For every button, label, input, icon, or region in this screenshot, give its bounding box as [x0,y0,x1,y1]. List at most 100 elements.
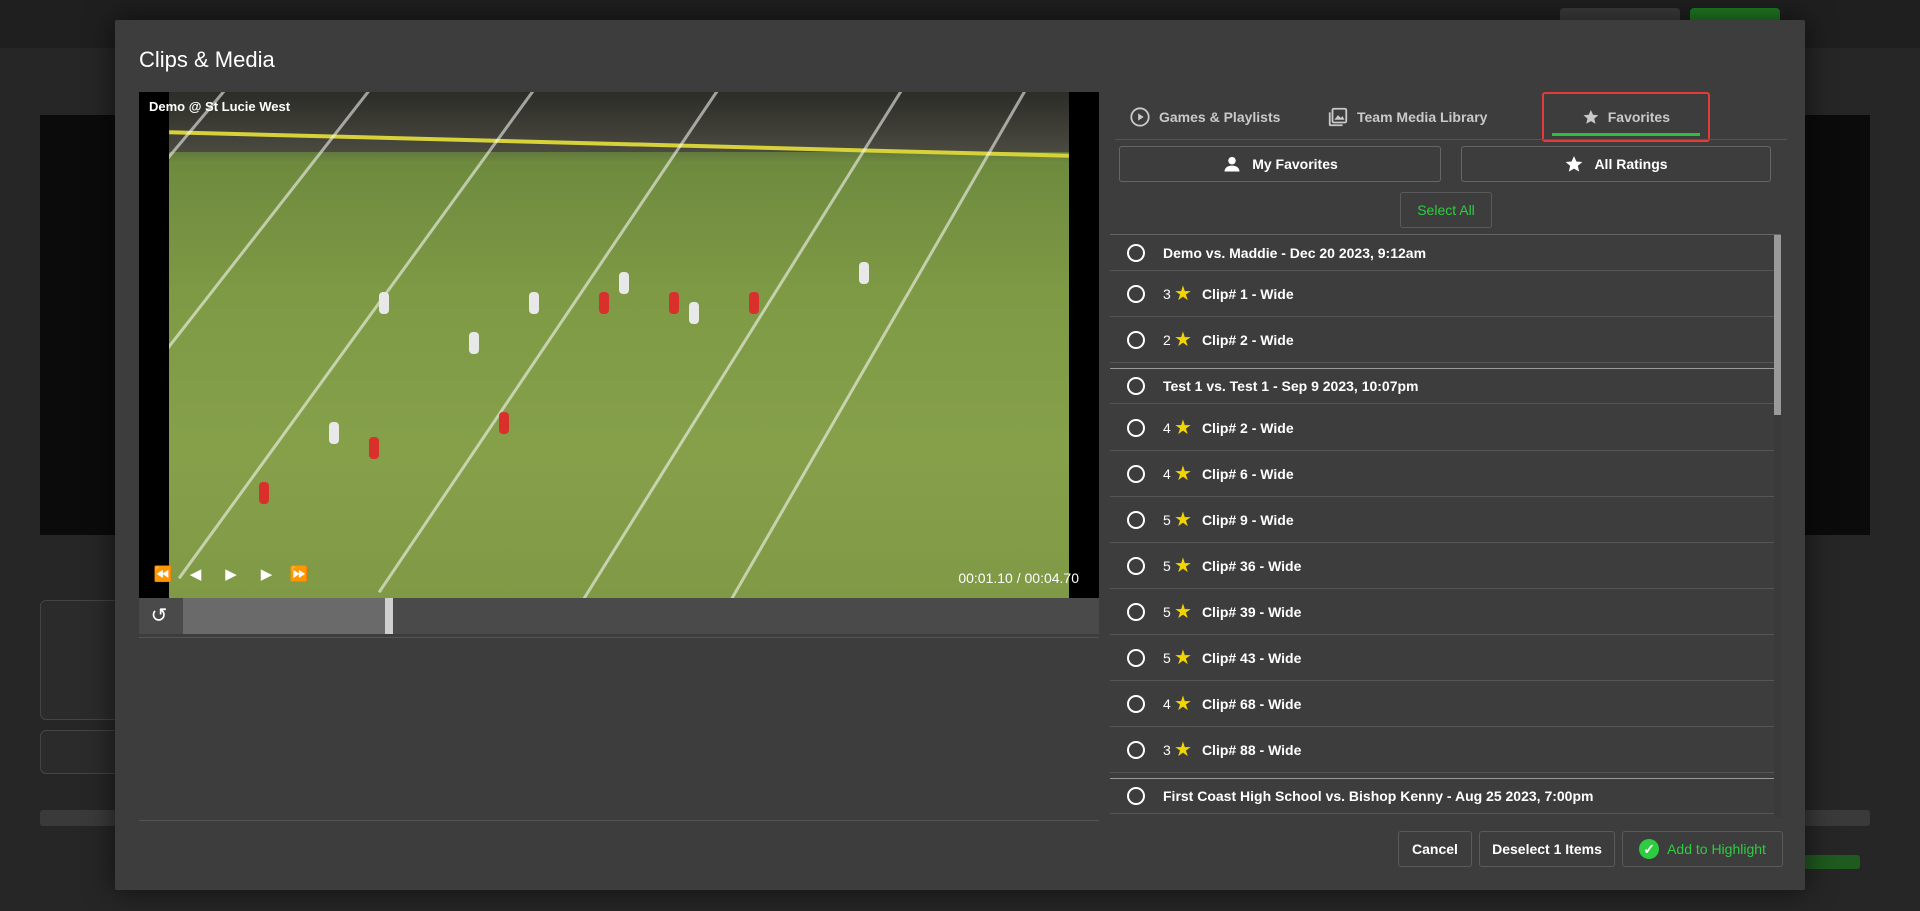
tab-label: Favorites [1607,109,1670,125]
clip-label: Clip# 6 - Wide [1201,465,1294,482]
yard-line [578,92,952,598]
game-group-row[interactable]: First Coast High School vs. Bishop Kenny… [1110,778,1774,814]
radio-button[interactable] [1127,510,1145,529]
clip-row[interactable]: 5 ★ Clip# 9 - Wide [1110,497,1774,543]
player [859,262,869,284]
add-to-highlight-button[interactable]: ✓ Add to Highlight [1622,831,1783,867]
player [469,332,479,354]
clip-rating: 2 [1163,331,1171,348]
player [689,302,699,324]
radio-button[interactable] [1127,602,1145,621]
rewind-icon[interactable]: ⏪ [153,566,173,584]
player [379,292,389,314]
player [669,292,679,314]
star-icon: ★ [1174,646,1192,669]
star-icon: ★ [1174,692,1192,715]
play-circle-icon [1130,107,1150,127]
radio-button[interactable] [1127,284,1145,303]
reset-icon[interactable]: ↺ [147,604,171,628]
clip-rating: 4 [1163,419,1171,436]
favorites-list[interactable]: Demo vs. Maddie - Dec 20 2023, 9:12am 3 … [1110,234,1781,817]
game-title: Test 1 vs. Test 1 - Sep 9 2023, 10:07pm [1163,378,1419,394]
clip-row[interactable]: 4 ★ Clip# 2 - Wide [1110,405,1774,451]
player [329,422,339,444]
radio-button[interactable] [1127,330,1145,349]
clip-rating: 5 [1163,557,1171,574]
my-favorites-button[interactable]: My Favorites [1119,146,1441,182]
video-frame [169,92,1069,598]
all-ratings-button[interactable]: All Ratings [1461,146,1771,182]
clip-row[interactable]: 4 ★ Clip# 6 - Wide [1110,451,1774,497]
yard-line [177,92,592,580]
clip-label: Clip# 9 - Wide [1201,511,1294,528]
yard-line [377,92,772,594]
star-icon: ★ [1174,554,1192,577]
radio-button[interactable] [1127,740,1145,759]
tab-label: Games & Playlists [1159,109,1281,125]
clip-rating: 4 [1163,695,1171,712]
play-icon[interactable]: ▶ [221,566,241,584]
video-timecode: 00:01.10 / 00:04.70 [958,570,1079,586]
tab-team-media-library[interactable]: Team Media Library [1327,92,1487,142]
clip-row[interactable]: 3 ★ Clip# 1 - Wide [1110,271,1774,317]
tabs-divider [1115,139,1787,140]
player [749,292,759,314]
star-icon: ★ [1174,328,1192,351]
cancel-button[interactable]: Cancel [1398,831,1472,867]
radio-button[interactable] [1127,418,1145,437]
clip-label: Clip# 43 - Wide [1201,649,1302,666]
video-player[interactable]: Demo @ St Lucie West ⏪ ◀ ▶ ▶ ⏩ 00:01.10 … [139,92,1099,598]
clip-row[interactable]: 5 ★ Clip# 36 - Wide [1110,543,1774,589]
player [499,412,509,434]
radio-button[interactable] [1127,787,1145,805]
clip-rating: 5 [1163,649,1171,666]
step-forward-icon[interactable]: ▶ [255,566,275,584]
check-circle-icon: ✓ [1639,839,1660,859]
clip-row[interactable]: 4 ★ Clip# 68 - Wide [1110,681,1774,727]
star-icon: ★ [1174,600,1192,623]
clips-media-modal: Clips & Media Demo @ St Lucie West ⏪ ◀ ▶… [115,20,1805,890]
add-to-highlight-label: Add to Highlight [1667,841,1766,857]
yard-line [719,92,1069,598]
fast-forward-icon[interactable]: ⏩ [289,566,309,584]
clip-label: Clip# 36 - Wide [1201,557,1302,574]
clip-row[interactable]: 5 ★ Clip# 39 - Wide [1110,589,1774,635]
clip-rating: 5 [1163,603,1171,620]
clip-label: Clip# 39 - Wide [1201,603,1302,620]
game-group-row[interactable]: Demo vs. Maddie - Dec 20 2023, 9:12am [1110,235,1774,271]
scrollbar-thumb[interactable] [1774,235,1781,415]
radio-button[interactable] [1127,243,1145,262]
player [599,292,609,314]
game-group-row[interactable]: Test 1 vs. Test 1 - Sep 9 2023, 10:07pm [1110,368,1774,404]
clip-row[interactable]: 3 ★ Clip# 88 - Wide [1110,727,1774,773]
tab-favorites[interactable]: Favorites [1542,92,1710,142]
clip-timeline[interactable]: ↺ [139,598,1099,634]
clip-label: Clip# 2 - Wide [1201,331,1294,348]
media-library-icon [1328,107,1348,127]
clip-row[interactable]: 2 ★ Clip# 2 - Wide [1110,317,1774,363]
tab-label: Team Media Library [1357,109,1488,125]
radio-button[interactable] [1127,556,1145,575]
clip-rating: 3 [1163,285,1171,302]
radio-button[interactable] [1127,648,1145,667]
tab-games-playlists[interactable]: Games & Playlists [1129,92,1280,142]
clip-rating: 5 [1163,511,1171,528]
modal-title: Clips & Media [139,47,275,72]
radio-button[interactable] [1127,464,1145,483]
radio-button[interactable] [1127,694,1145,713]
radio-button[interactable] [1127,377,1145,395]
star-icon [1583,109,1599,124]
star-icon: ★ [1174,282,1192,305]
timeline-handle[interactable] [385,598,393,634]
select-all-button[interactable]: Select All [1400,192,1492,228]
clip-label: Clip# 1 - Wide [1201,285,1294,302]
my-favorites-label: My Favorites [1252,156,1338,172]
deselect-items-button[interactable]: Deselect 1 Items [1479,831,1615,867]
clip-row[interactable]: 5 ★ Clip# 43 - Wide [1110,635,1774,681]
clip-rating: 3 [1163,741,1171,758]
list-scrollbar[interactable] [1774,235,1781,817]
divider [139,820,1099,821]
active-tab-indicator [1552,133,1700,136]
step-back-icon[interactable]: ◀ [187,566,207,584]
clip-label: Clip# 68 - Wide [1201,695,1302,712]
